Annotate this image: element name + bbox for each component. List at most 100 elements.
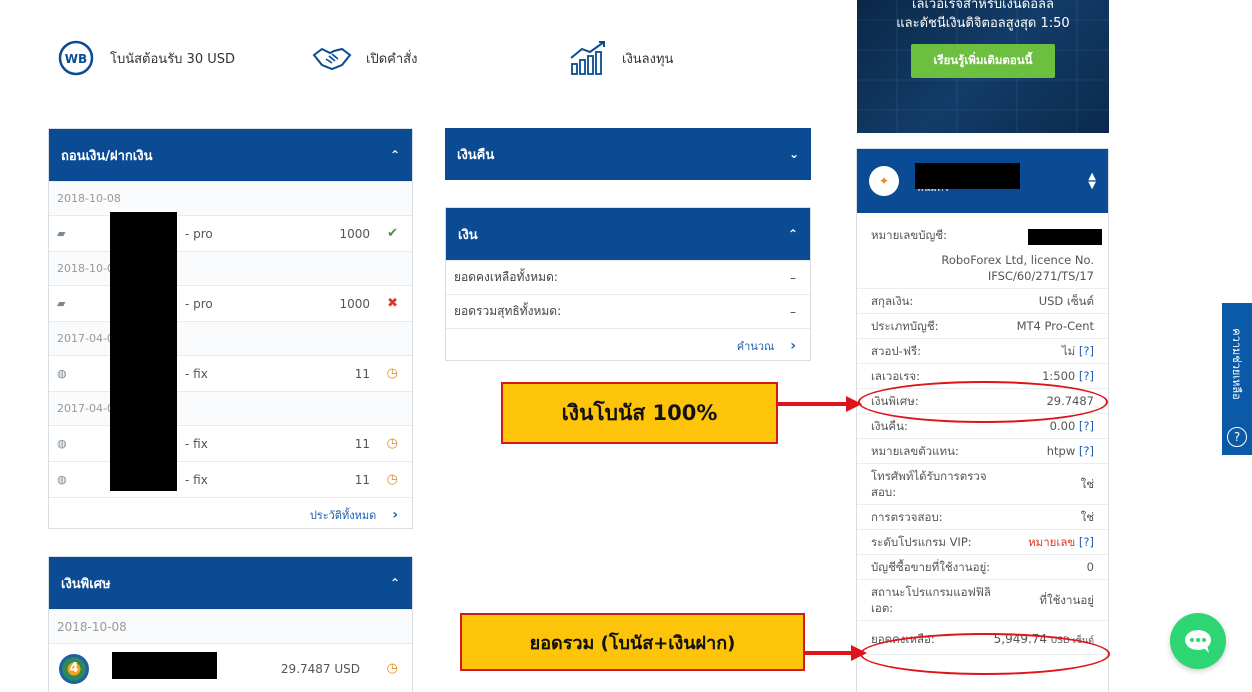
tx-amount: 11: [354, 436, 370, 451]
chevron-right-icon: ›: [790, 337, 796, 354]
currency-row: สกุลเงิน: USD เซ็นต์: [857, 289, 1108, 314]
row-label: ยอดรวมสุทธิทั้งหมด:: [454, 304, 562, 318]
help-link[interactable]: [?]: [1079, 535, 1094, 549]
row-value: 0: [1086, 560, 1094, 574]
cross-icon: ✖: [387, 296, 398, 311]
growth-chart-icon: [568, 38, 608, 78]
row-value: ที่ใช้งานอยู่: [1039, 593, 1094, 607]
row-label: สกุลเงิน:: [871, 294, 914, 308]
withdraw-deposit-panel: ถอนเงิน/ฝากเงิน ⌃ 2018-10-08 ▰ - pro 100…: [48, 128, 413, 529]
table-row[interactable]: 4 29.7487 USD ◷: [49, 643, 412, 692]
chevron-up-icon: ⌃: [389, 576, 400, 590]
row-label: หมายเลขบัญชี:: [871, 228, 947, 242]
panel-header[interactable]: เงินคืน ⌄: [445, 128, 811, 180]
table-row[interactable]: ◍ - fix 11 ◷: [49, 355, 412, 391]
tx-name: - fix: [185, 366, 208, 381]
chevron-right-icon: ›: [392, 506, 398, 523]
arrow-icon: [778, 396, 862, 412]
tx-amount: 1000: [339, 296, 370, 311]
help-link[interactable]: [?]: [1079, 369, 1094, 383]
help-link[interactable]: [?]: [1079, 444, 1094, 458]
history-link-label: ประวัติทั้งหมด: [309, 508, 377, 522]
tx-amount: 11: [354, 366, 370, 381]
tx-name: - fix: [185, 472, 208, 487]
row-label: โทรศัพท์ได้รับการตรวจสอบ:: [871, 469, 987, 499]
svg-text:WB: WB: [65, 52, 87, 66]
active-accounts-row: บัญชีซื้อขายที่ใช้งานอยู่: 0: [857, 555, 1108, 580]
row-label: หมายเลขตัวแทน:: [871, 444, 959, 458]
tx-amount: 11: [354, 472, 370, 487]
row-label: สถานะโปรแกรมแอฟฟิลิเอต:: [871, 585, 991, 615]
row-value: 1:500: [1042, 369, 1076, 383]
help-side-tab[interactable]: ความช่วยเหลือ ?: [1222, 303, 1252, 455]
table-row[interactable]: ▰ - pro 1000 ✖: [49, 285, 412, 321]
bonus-panel: เงินพิเศษ ⌃ 2018-10-08 4 29.7487 USD ◷: [48, 556, 413, 692]
handshake-icon: [312, 38, 352, 78]
question-icon: ?: [1227, 427, 1247, 447]
redacted-block: [915, 163, 1020, 189]
check-icon: ✔: [387, 226, 398, 241]
bonus-highlight-ellipse: [858, 381, 1108, 423]
row-label: เงินคืน:: [871, 419, 908, 433]
panel-header[interactable]: เงิน ⌃: [446, 208, 810, 260]
globe-icon: ◍: [57, 367, 67, 380]
row-value: –: [790, 304, 796, 319]
row-value: ใช่: [1080, 477, 1094, 491]
chevron-up-icon: ⌃: [787, 227, 798, 241]
date-group: 2017-04-0: [49, 391, 412, 425]
date-group: 2018-10-08: [49, 609, 412, 643]
globe-icon: ◍: [57, 473, 67, 486]
panel-title: ถอนเงิน/ฝากเงิน: [61, 148, 153, 164]
panel-header[interactable]: เงินพิเศษ ⌃: [49, 557, 412, 609]
sort-arrows-icon: ▲ ▼: [1088, 171, 1096, 191]
table-row[interactable]: ◍ - fix 11 ◷: [49, 425, 412, 461]
redacted-block: [112, 652, 217, 679]
row-value: หมายเลข: [1028, 535, 1076, 549]
redacted-block: [110, 212, 177, 491]
chat-button[interactable]: [1170, 613, 1226, 669]
globe-icon: ◍: [57, 437, 67, 450]
row-label: ยอดคงเหลือทั้งหมด:: [454, 270, 558, 284]
refund-panel: เงินคืน ⌄: [445, 128, 811, 180]
calculate-link[interactable]: คำนวณ ›: [446, 328, 810, 362]
clock-icon: ◷: [386, 472, 398, 487]
licence-row: RoboForex Ltd, licence No. IFSC/60/271/T…: [857, 248, 1108, 289]
history-link[interactable]: ประวัติทั้งหมด ›: [49, 497, 412, 531]
table-row[interactable]: ◍ - fix 11 ◷: [49, 461, 412, 497]
clock-icon: ◷: [386, 661, 398, 676]
balance-highlight-ellipse: [860, 633, 1110, 675]
row-label: เลเวอเรจ:: [871, 369, 920, 383]
help-link[interactable]: [?]: [1079, 419, 1094, 433]
row-value: 0.00: [1049, 419, 1076, 433]
clock-icon: ◷: [386, 366, 398, 381]
feature-welcome-bonus[interactable]: WB โบนัสต้อนรับ 30 USD: [56, 38, 235, 78]
swap-free-row: สวอป-ฟรี: ไม่ [?]: [857, 339, 1108, 364]
help-link[interactable]: [?]: [1079, 344, 1094, 358]
feature-label: โบนัสต้อนรับ 30 USD: [110, 51, 236, 67]
bank-icon: ▰: [57, 297, 66, 310]
row-value: ใช่: [1080, 510, 1094, 524]
bonus-amount: 29.7487 USD: [280, 661, 360, 676]
chat-icon: [1185, 630, 1211, 653]
row-value: htpw: [1046, 444, 1076, 458]
row-label: สวอป-ฟรี:: [871, 344, 922, 358]
feature-investment[interactable]: เงินลงทุน: [568, 38, 673, 78]
date-group: 2018-10-08: [49, 181, 412, 215]
bonus-callout: เงินโบนัส 100%: [501, 382, 778, 444]
row-value: ไม่: [1061, 344, 1076, 358]
feature-open-orders[interactable]: เปิดคำสั่ง: [312, 38, 417, 78]
table-row[interactable]: ▰ - pro 1000 ✔: [49, 215, 412, 251]
clock-icon: ◷: [386, 436, 398, 451]
callout-text: เงินโบนัส 100%: [561, 400, 718, 425]
money-panel: เงิน ⌃ ยอดคงเหลือทั้งหมด: – ยอดรวมสุทธิท…: [445, 207, 811, 361]
banner-line-2: และดัชนีเงินดิจิตอลสูงสุด 1:50: [896, 16, 1070, 31]
mt4-icon: 4: [59, 653, 89, 684]
panel-title: เงิน: [458, 227, 478, 243]
help-side-label: ความช่วยเหลือ: [1230, 328, 1243, 400]
licence-text: RoboForex Ltd, licence No. IFSC/60/271/T…: [941, 253, 1094, 283]
learn-more-button[interactable]: เรียนรู้เพิ่มเติมตอนนี้: [911, 44, 1055, 78]
panel-header[interactable]: ถอนเงิน/ฝากเงิน ⌃: [49, 129, 412, 181]
bank-icon: ▰: [57, 227, 66, 240]
affiliate-row: สถานะโปรแกรมแอฟฟิลิเอต: ที่ใช้งานอยู่: [857, 580, 1108, 621]
date-group: 2018-10-0: [49, 251, 412, 285]
